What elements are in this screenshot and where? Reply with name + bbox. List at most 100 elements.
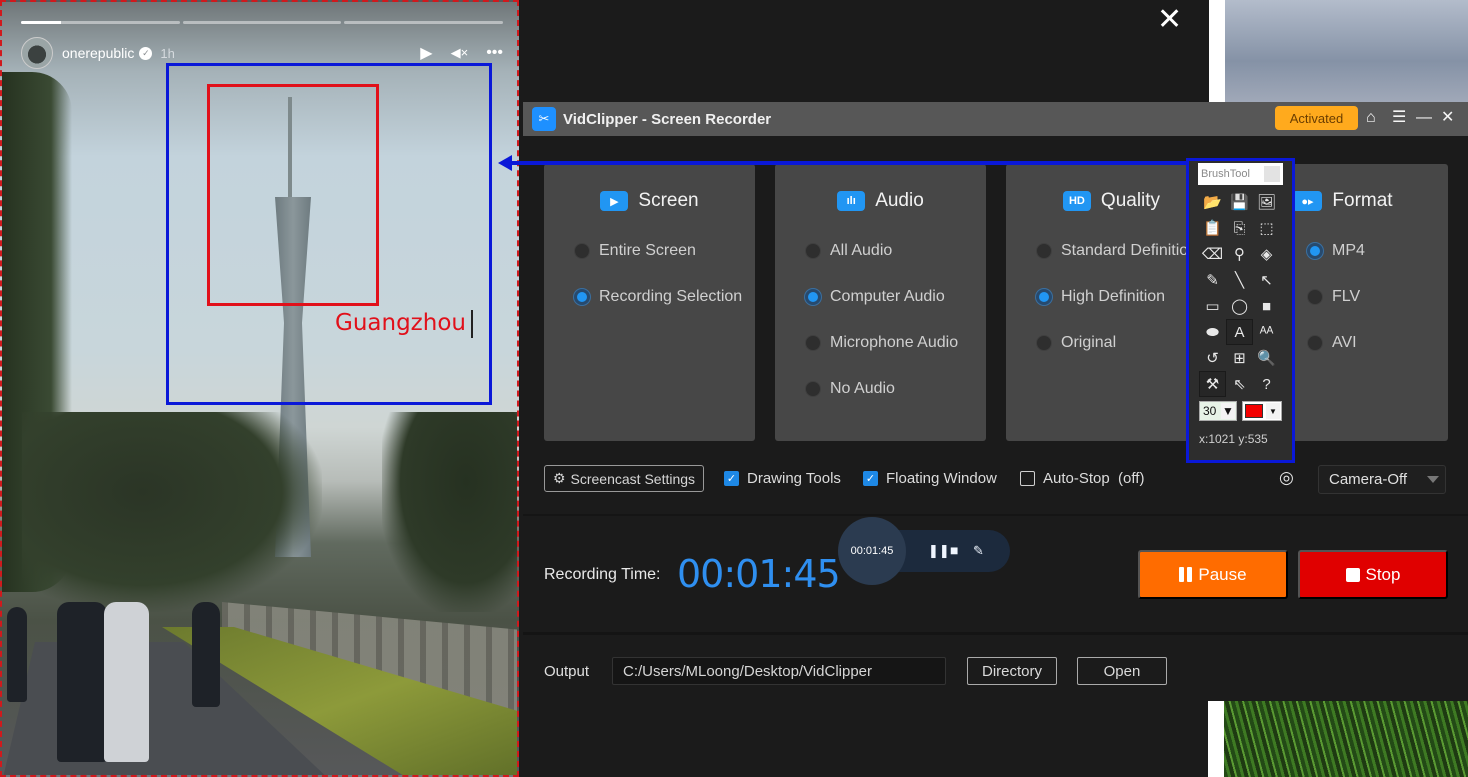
camera-select[interactable]: Camera-Off bbox=[1318, 465, 1446, 494]
zoom-icon[interactable]: 🔍 bbox=[1253, 345, 1280, 371]
brush-tool-close-button[interactable] bbox=[1264, 166, 1280, 182]
open-button[interactable]: Open bbox=[1077, 657, 1167, 685]
minimize-icon[interactable]: — bbox=[1416, 108, 1432, 128]
copy-icon[interactable]: ⎘ bbox=[1226, 215, 1253, 241]
directory-button[interactable]: Directory bbox=[967, 657, 1057, 685]
brush-size-select[interactable]: 30 ▼ bbox=[1199, 401, 1237, 421]
option-recording-selection[interactable]: Recording Selection bbox=[574, 288, 742, 306]
menu-icon[interactable]: ☰ bbox=[1392, 108, 1406, 128]
title-bar[interactable]: ✂ VidClipper - Screen Recorder Activated… bbox=[523, 102, 1468, 136]
viewer-backdrop bbox=[519, 0, 1209, 102]
screenshot-icon[interactable]: 🖼 bbox=[1253, 189, 1280, 215]
highlight-text-icon[interactable]: ᴬᴬ bbox=[1253, 319, 1280, 345]
radio-button[interactable] bbox=[1036, 243, 1052, 259]
pedestrian bbox=[104, 602, 149, 762]
pencil-icon[interactable]: ✎ bbox=[1199, 267, 1226, 293]
filled-ellipse-icon[interactable]: ⬬ bbox=[1199, 319, 1226, 345]
home-icon[interactable]: ⌂ bbox=[1366, 108, 1376, 128]
radio-button-selected[interactable] bbox=[1307, 243, 1323, 259]
brush-size-value: 30 bbox=[1203, 404, 1217, 418]
checkbox-unchecked[interactable] bbox=[1020, 471, 1035, 486]
whiteboard-icon[interactable]: ⊞ bbox=[1226, 345, 1253, 371]
option-microphone-audio[interactable]: Microphone Audio bbox=[805, 334, 958, 352]
radio-button-selected[interactable] bbox=[574, 289, 590, 305]
close-story-icon[interactable]: ✕ bbox=[1157, 5, 1182, 35]
open-folder-icon[interactable]: 📂 bbox=[1199, 189, 1226, 215]
play-icon[interactable]: ▶ bbox=[420, 43, 432, 63]
option-original[interactable]: Original bbox=[1036, 334, 1116, 352]
radio-button[interactable] bbox=[574, 243, 590, 259]
next-story-preview-bottom[interactable] bbox=[1224, 701, 1468, 777]
option-standard-definition[interactable]: Standard Definition bbox=[1036, 242, 1197, 260]
floating-window-checkbox[interactable]: ✓ Floating Window bbox=[863, 470, 997, 487]
line-icon[interactable]: ╲ bbox=[1226, 267, 1253, 293]
pause-button[interactable]: Pause bbox=[1138, 550, 1288, 599]
option-no-audio[interactable]: No Audio bbox=[805, 380, 895, 398]
stop-button[interactable]: Stop bbox=[1298, 550, 1448, 599]
pointer-icon[interactable]: ⇖ bbox=[1226, 371, 1253, 397]
option-mp4[interactable]: MP4 bbox=[1307, 242, 1365, 260]
rectangle-icon[interactable]: ▭ bbox=[1199, 293, 1226, 319]
radio-button[interactable] bbox=[805, 381, 821, 397]
checkbox-checked[interactable]: ✓ bbox=[863, 471, 878, 486]
brush-color-select[interactable]: ▼ bbox=[1242, 401, 1282, 421]
window-close-icon[interactable]: ✕ bbox=[1441, 108, 1454, 128]
chevron-down-icon[interactable]: ▼ bbox=[1266, 403, 1280, 419]
ellipse-icon[interactable]: ◯ bbox=[1226, 293, 1253, 319]
drawing-tools-checkbox[interactable]: ✓ Drawing Tools bbox=[724, 470, 841, 487]
screencast-settings-button[interactable]: ⚙ Screencast Settings bbox=[544, 465, 704, 492]
checkbox-label: Floating Window bbox=[886, 470, 997, 487]
filled-rect-icon[interactable]: ■ bbox=[1253, 293, 1280, 319]
arrow-icon[interactable]: ↖ bbox=[1253, 267, 1280, 293]
float-pen-icon[interactable]: ✎ bbox=[973, 543, 984, 559]
radio-button[interactable] bbox=[805, 243, 821, 259]
radio-button-selected[interactable] bbox=[805, 289, 821, 305]
select-rect-icon[interactable]: ⬚ bbox=[1253, 215, 1280, 241]
story-username[interactable]: onerepublic bbox=[62, 45, 134, 61]
options-row: ⚙ Screencast Settings ✓ Drawing Tools ✓ … bbox=[523, 464, 1468, 494]
save-icon[interactable]: 💾 bbox=[1226, 189, 1253, 215]
brush-icon[interactable]: ⚒ bbox=[1199, 371, 1226, 397]
floating-window-timer[interactable]: 00:01:45 bbox=[838, 517, 906, 585]
brush-tool-header[interactable]: BrushTool bbox=[1198, 163, 1283, 185]
chevron-down-icon[interactable]: ▼ bbox=[1221, 403, 1235, 419]
option-high-definition[interactable]: High Definition bbox=[1036, 288, 1165, 306]
fill-bucket-icon[interactable]: ◈ bbox=[1253, 241, 1280, 267]
text-icon[interactable]: A bbox=[1226, 319, 1253, 345]
option-flv[interactable]: FLV bbox=[1307, 288, 1360, 306]
auto-stop-checkbox[interactable]: Auto-Stop (off) bbox=[1020, 470, 1144, 487]
option-all-audio[interactable]: All Audio bbox=[805, 242, 892, 260]
more-icon[interactable]: ••• bbox=[486, 44, 503, 62]
avatar[interactable] bbox=[21, 37, 53, 69]
paste-icon[interactable]: 📋 bbox=[1199, 215, 1226, 241]
verified-badge-icon: ✓ bbox=[139, 46, 153, 60]
radio-button[interactable] bbox=[1307, 289, 1323, 305]
radio-button-selected[interactable] bbox=[1036, 289, 1052, 305]
activated-badge[interactable]: Activated bbox=[1275, 106, 1358, 130]
float-pause-icon[interactable]: ❚❚ bbox=[928, 543, 950, 559]
help-icon[interactable]: ? bbox=[1253, 371, 1280, 397]
float-stop-icon[interactable]: ■ bbox=[950, 542, 958, 558]
undo-icon[interactable]: ↺ bbox=[1199, 345, 1226, 371]
radio-button[interactable] bbox=[1036, 335, 1052, 351]
eraser-icon[interactable]: ⌫ bbox=[1199, 241, 1226, 267]
card-title: Format bbox=[1332, 190, 1393, 211]
hd-icon: HD bbox=[1062, 191, 1091, 211]
option-entire-screen[interactable]: Entire Screen bbox=[574, 242, 696, 260]
eyedropper-icon[interactable]: ⚲ bbox=[1226, 241, 1253, 267]
mute-icon[interactable]: ◀× bbox=[451, 45, 469, 61]
annotation-red-rectangle bbox=[207, 84, 379, 306]
stop-icon bbox=[1345, 567, 1360, 582]
option-computer-audio[interactable]: Computer Audio bbox=[805, 288, 945, 306]
checkbox-checked[interactable]: ✓ bbox=[724, 471, 739, 486]
brush-tool-grid: 📂 💾 🖼 📋 ⎘ ⬚ ⌫ ⚲ ◈ ✎ ╲ ↖ ▭ ◯ ■ ⬬ Aᴬᴬ ↺ ⊞ 🔍 ⚒ ⇖? bbox=[1199, 189, 1283, 397]
video-camera-icon: ●▸ bbox=[1292, 191, 1323, 211]
annotation-text[interactable]: Guangzhou bbox=[335, 310, 466, 336]
option-avi[interactable]: AVI bbox=[1307, 334, 1357, 352]
card-title: Screen bbox=[638, 190, 699, 211]
output-path-field[interactable]: C:/Users/MLoong/Desktop/VidClipper bbox=[612, 657, 946, 685]
pause-label: Pause bbox=[1198, 564, 1247, 584]
radio-button[interactable] bbox=[805, 335, 821, 351]
next-story-preview[interactable] bbox=[1225, 0, 1468, 102]
radio-button[interactable] bbox=[1307, 335, 1323, 351]
